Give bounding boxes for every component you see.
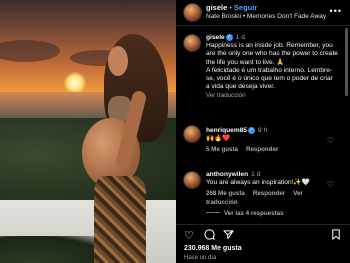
caption-username[interactable]: gisele	[206, 34, 225, 41]
like-comment-heart-icon[interactable]: ♡	[327, 136, 334, 145]
comment-item: henriquem85 ✓ 9 h 🙌🔥❤️ 5 Me gusta Responder	[206, 127, 338, 155]
verified-icon: ✓	[225, 34, 233, 41]
comment-text: You are always an inspiration!✨🤍	[206, 179, 310, 187]
like-comment-heart-icon[interactable]: ♡	[327, 180, 334, 189]
comment-text: 🙌🔥❤️	[206, 135, 231, 143]
replies-line	[206, 212, 220, 213]
reply-button[interactable]: Responder	[246, 146, 278, 153]
caption: gisele ✓ 1 d Happiness is an inside job. R…	[206, 34, 338, 101]
photo-sun	[64, 72, 86, 94]
heart-icon[interactable]: ♡	[184, 229, 194, 242]
comment-likes[interactable]: 268 Me gusta	[206, 190, 245, 197]
view-replies-link[interactable]: Ver las 4 respuestas	[206, 210, 284, 217]
follow-button[interactable]: Seguir	[234, 3, 257, 12]
comment-avatar[interactable]	[183, 125, 201, 143]
comment-username[interactable]: henriquem85	[206, 127, 247, 134]
caption-avatar[interactable]	[183, 34, 201, 52]
comment-time: 9 h	[258, 127, 268, 134]
comment-likes[interactable]: 5 Me gusta	[206, 146, 238, 153]
comment-meta: 268 Me gusta Responder Ver traducción	[206, 190, 338, 206]
audio-track[interactable]: Nate Broskii • Memories Don't Fade Away	[206, 13, 326, 20]
bookmark-icon[interactable]	[331, 229, 341, 243]
photo-figure-face	[108, 46, 128, 76]
verified-icon: ✓	[248, 127, 256, 134]
post-header: gisele • Seguir Nate Broskii • Memories Do…	[176, 0, 350, 26]
post-photo[interactable]	[0, 0, 176, 263]
comment-time: 1 d	[251, 171, 261, 178]
post-side-panel: gisele • Seguir Nate Broskii • Memories Do…	[176, 0, 350, 263]
share-icon[interactable]	[223, 229, 234, 243]
post-time: Hace un día	[184, 255, 217, 261]
reply-button[interactable]: Responder	[253, 190, 285, 197]
comment-avatar[interactable]	[183, 171, 201, 189]
author-username[interactable]: gisele	[206, 3, 227, 12]
separator-dot: •	[229, 3, 232, 12]
more-options-icon[interactable]: •••	[330, 6, 342, 16]
author-avatar[interactable]	[183, 3, 202, 22]
comments-list: gisele ✓ 1 d Happiness is an inside job. R…	[176, 28, 344, 224]
comment-meta: 5 Me gusta Responder	[206, 146, 338, 154]
caption-text: Happiness is an inside job. Remember, yo…	[206, 42, 338, 91]
comment-item: anthonywilen 1 d You are always an inspir…	[206, 171, 338, 207]
photo-cloud	[0, 40, 60, 62]
post-actions: ♡ 230.968 Me gusta Hace un día	[176, 224, 350, 263]
comment-icon[interactable]	[204, 229, 215, 243]
author-line: gisele • Seguir	[206, 3, 257, 12]
likes-count[interactable]: 230.968 Me gusta	[184, 245, 242, 252]
comment-username[interactable]: anthonywilen	[206, 171, 248, 178]
caption-time: 1 d	[235, 34, 245, 41]
photo-figure-skirt	[94, 176, 146, 263]
caption-translate-link[interactable]: Ver traducción	[206, 92, 338, 100]
comments-scrollbar[interactable]	[345, 28, 348, 96]
view-replies-text[interactable]: Ver las 4 respuestas	[224, 210, 284, 217]
